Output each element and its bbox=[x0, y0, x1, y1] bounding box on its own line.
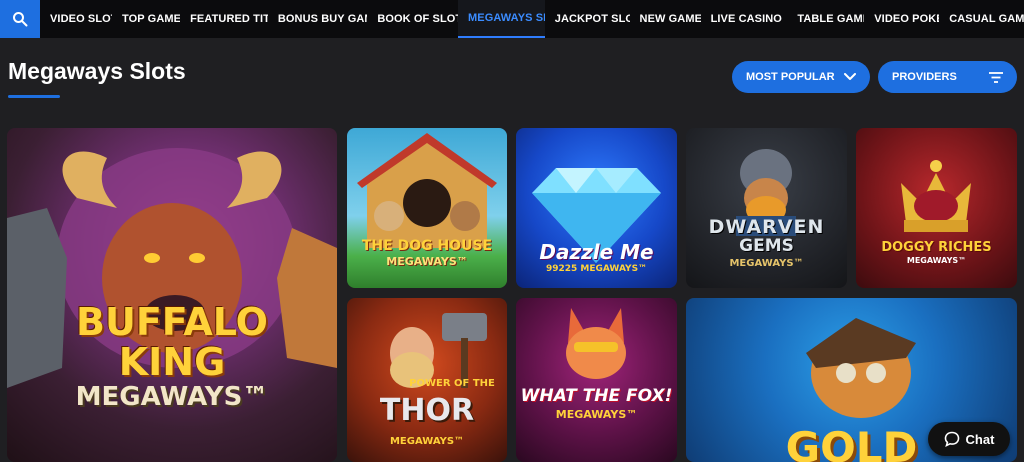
game-title-line2: MEGAWAYS™ bbox=[386, 255, 468, 268]
chat-bubble-icon bbox=[944, 431, 959, 447]
game-tile-buffalo-king-megaways[interactable]: BUFFALO KING MEGAWAYS™ bbox=[7, 128, 337, 462]
title-underline bbox=[8, 95, 60, 98]
tab-bonus-buy-games[interactable]: BONUS BUY GAMES bbox=[268, 0, 368, 38]
tab-jackpot-slots[interactable]: JACKPOT SLOTS bbox=[545, 0, 630, 38]
game-title-line3: MEGAWAYS™ bbox=[729, 258, 804, 269]
providers-filter-button[interactable]: PROVIDERS bbox=[878, 61, 1017, 93]
game-title-line1: WHAT THE FOX! bbox=[520, 386, 673, 406]
game-title-line1: BUFFALO bbox=[76, 300, 268, 344]
tab-casual-games[interactable]: CASUAL GAMES bbox=[939, 0, 1024, 38]
fox-artwork bbox=[566, 308, 626, 379]
category-tabs: VIDEO SLOTS TOP GAMES FEATURED TITLES BO… bbox=[40, 0, 1024, 38]
top-nav: VIDEO SLOTS TOP GAMES FEATURED TITLES BO… bbox=[0, 0, 1024, 38]
game-title-line2: GEMS bbox=[739, 236, 794, 256]
chat-button[interactable]: Chat bbox=[928, 422, 1010, 456]
game-tile-dazzle-me-megaways[interactable]: Dazzle Me 99225 MEGAWAYS™ bbox=[516, 128, 677, 288]
game-title-line2: 99225 MEGAWAYS™ bbox=[545, 264, 648, 274]
page-title: Megaways Slots bbox=[8, 58, 186, 84]
game-tile-doggy-riches-megaways[interactable]: DOGGY RICHES MEGAWAYS™ bbox=[856, 128, 1017, 288]
game-title-line1: Dazzle Me bbox=[539, 240, 654, 264]
tab-new-games[interactable]: NEW GAMES bbox=[630, 0, 701, 38]
chat-label: Chat bbox=[965, 431, 995, 447]
game-title-line2: MEGAWAYS™ bbox=[555, 408, 638, 421]
game-title-line2: THOR bbox=[379, 393, 475, 428]
game-tile-the-dog-house-megaways[interactable]: THE DOG HOUSE MEGAWAYS™ bbox=[347, 128, 507, 288]
chevron-down-icon bbox=[844, 73, 856, 80]
providers-label: PROVIDERS bbox=[892, 71, 957, 83]
tab-video-slots[interactable]: VIDEO SLOTS bbox=[40, 0, 112, 38]
game-tile-what-the-fox-megaways[interactable]: WHAT THE FOX! MEGAWAYS™ bbox=[516, 298, 677, 462]
search-icon bbox=[13, 12, 28, 27]
tab-live-casino[interactable]: LIVE CASINO bbox=[701, 0, 788, 38]
tab-top-games[interactable]: TOP GAMES bbox=[112, 0, 180, 38]
sort-label: MOST POPULAR bbox=[746, 71, 835, 83]
tab-featured-titles[interactable]: FEATURED TITLES bbox=[180, 0, 268, 38]
game-title-line1: THE DOG HOUSE bbox=[361, 238, 493, 254]
tab-table-games[interactable]: TABLE GAMES bbox=[787, 0, 864, 38]
game-tile-power-of-thor-megaways[interactable]: POWER OF THE THOR MEGAWAYS™ bbox=[347, 298, 507, 462]
game-title-line3: MEGAWAYS™ bbox=[75, 382, 269, 412]
tab-book-of-slots[interactable]: BOOK OF SLOTS bbox=[367, 0, 458, 38]
tab-megaways-slots[interactable]: MEGAWAYS SLOTS bbox=[458, 0, 545, 38]
tab-video-poker[interactable]: VIDEO POKER bbox=[864, 0, 939, 38]
game-title-line1: DWARVEN bbox=[708, 216, 825, 238]
filter-icon bbox=[989, 71, 1003, 83]
game-title-line3: MEGAWAYS™ bbox=[389, 436, 465, 447]
game-title-line1: DOGGY RICHES bbox=[881, 240, 992, 255]
sort-dropdown[interactable]: MOST POPULAR bbox=[732, 61, 870, 93]
game-tile-dwarven-gems-megaways[interactable]: DWARVEN GEMS MEGAWAYS™ bbox=[686, 128, 847, 288]
game-title-line1: POWER OF THE bbox=[409, 378, 495, 389]
search-button[interactable] bbox=[0, 0, 40, 38]
game-title-line2: KING bbox=[118, 340, 226, 384]
game-title-line2: MEGAWAYS™ bbox=[906, 256, 967, 265]
